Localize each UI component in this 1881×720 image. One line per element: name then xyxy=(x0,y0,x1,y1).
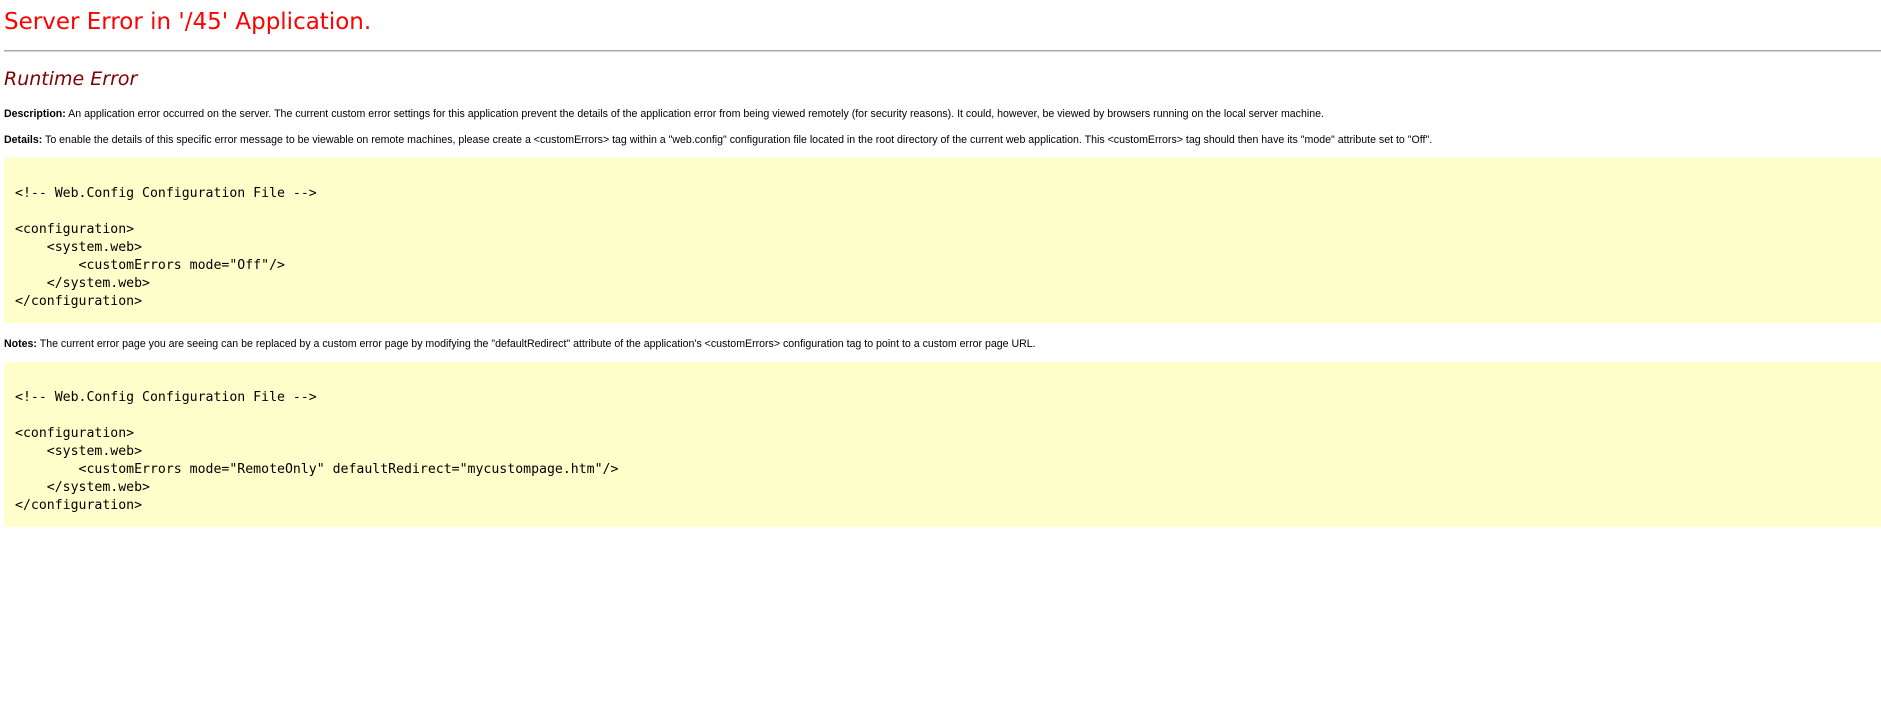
page-title: Server Error in '/45' Application. xyxy=(4,9,372,35)
code-line: <configuration> xyxy=(15,426,135,441)
notes-label: Notes: xyxy=(4,338,37,350)
code-line: <!-- Web.Config Configuration File --> xyxy=(15,390,317,405)
description-label: Description: xyxy=(4,108,66,120)
code-line: <!-- Web.Config Configuration File --> xyxy=(15,186,317,201)
code-line: <configuration> xyxy=(15,222,135,237)
code-line: <customErrors mode="Off"/> xyxy=(15,258,285,273)
code-line: </system.web> xyxy=(15,480,150,495)
code-line: <customErrors mode="RemoteOnly" defaultR… xyxy=(15,462,619,477)
code-line: </system.web> xyxy=(15,276,150,291)
details-label: Details: xyxy=(4,134,43,146)
code-line: </configuration> xyxy=(15,498,143,513)
code-line: <system.web> xyxy=(15,240,143,255)
details-paragraph: Details: To enable the details of this s… xyxy=(4,134,1432,146)
description-paragraph: Description: An application error occurr… xyxy=(4,108,1324,120)
notes-text: The current error page you are seeing ca… xyxy=(36,338,1036,350)
code-line: <system.web> xyxy=(15,444,143,459)
error-type-heading: Runtime Error xyxy=(4,68,138,90)
config-code-block-remote-only: <!-- Web.Config Configuration File --> <… xyxy=(4,362,1881,527)
code-line: </configuration> xyxy=(15,294,143,309)
details-text: To enable the details of this specific e… xyxy=(42,134,1433,146)
config-code-block-off: <!-- Web.Config Configuration File --> <… xyxy=(4,158,1881,323)
description-text: An application error occurred on the ser… xyxy=(65,108,1324,120)
notes-paragraph: Notes: The current error page you are se… xyxy=(4,338,1036,350)
error-page: Server Error in '/45' Application. Runti… xyxy=(0,0,1881,720)
title-divider xyxy=(4,50,1881,52)
